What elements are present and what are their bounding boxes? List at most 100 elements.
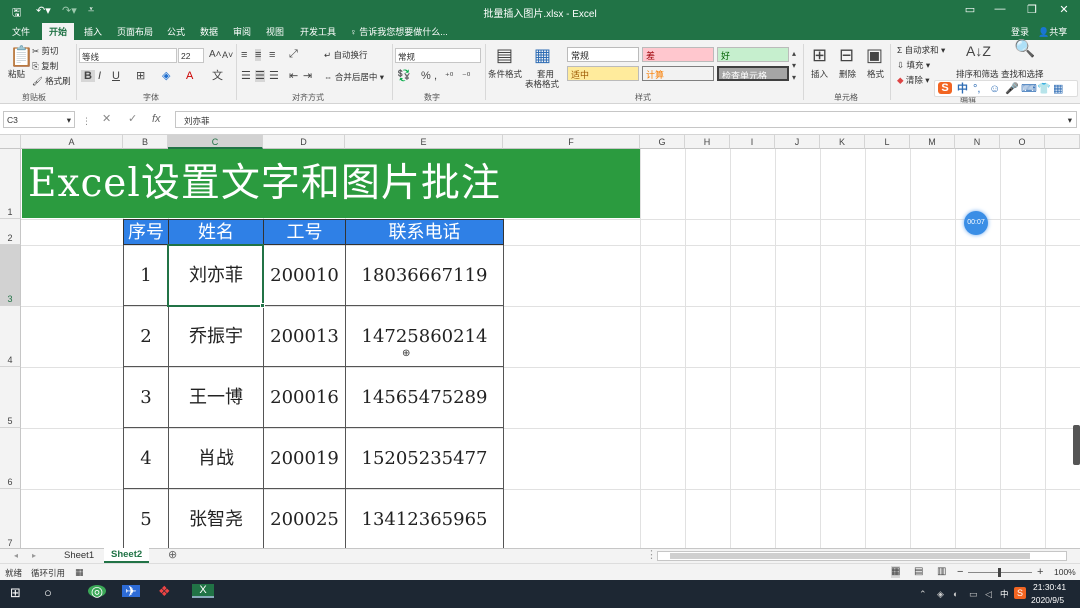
keyboard-icon[interactable]: ⌨ — [1021, 83, 1037, 95]
cut-button[interactable]: ✂ 剪切 — [32, 45, 59, 57]
emoji-icon[interactable]: ☺ — [989, 83, 1000, 95]
shrink-font-icon[interactable]: A˅ — [222, 49, 233, 61]
taskbar-ime[interactable]: 中 — [1000, 588, 1009, 600]
share-button[interactable]: 👤共享 — [1038, 25, 1067, 38]
style-neutral[interactable]: 适中 — [567, 66, 639, 81]
restore-button[interactable]: ❐ — [1020, 3, 1044, 16]
tray-icon-1[interactable]: ◈ — [937, 588, 944, 600]
col-header-f[interactable]: F — [503, 135, 640, 149]
table-cell[interactable]: 200013 — [263, 306, 345, 367]
banner-title[interactable]: Excel设置文字和图片批注 — [22, 149, 640, 218]
tab-developer[interactable]: 开发工具 — [300, 25, 336, 38]
align-top-icon[interactable]: ≡ — [241, 49, 247, 61]
normal-view-icon[interactable]: ▦ — [891, 566, 901, 578]
insert-cells-icon[interactable]: ⊞ — [812, 45, 827, 65]
prev-sheet-icon[interactable]: ◂ — [14, 550, 18, 562]
font-size-box[interactable]: 22 — [178, 48, 204, 63]
tools-icon[interactable]: ▦ — [1053, 83, 1063, 95]
col-header-k[interactable]: K — [820, 135, 865, 149]
grow-font-icon[interactable]: A˄ — [209, 49, 222, 61]
col-header-b[interactable]: B — [123, 135, 168, 149]
tab-view[interactable]: 视图 — [266, 25, 284, 38]
style-good[interactable]: 好 — [717, 47, 789, 62]
table-cell[interactable]: 200019 — [263, 428, 345, 489]
close-button[interactable]: ✕ — [1052, 3, 1076, 16]
align-bottom-icon[interactable]: ≡ — [269, 49, 275, 61]
border-icon[interactable]: ⊞ — [136, 70, 145, 82]
format-cells-label[interactable]: 格式 — [867, 68, 884, 80]
style-normal[interactable]: 常规 — [567, 47, 639, 62]
table-cell[interactable]: 15205235477 — [345, 428, 503, 489]
zoom-out-icon[interactable]: − — [957, 566, 963, 578]
find-icon[interactable]: 🔍 — [1014, 40, 1035, 57]
number-format-box[interactable]: 常规 — [395, 48, 481, 63]
sort-filter-icon[interactable]: A↓Z — [966, 44, 991, 58]
tab-formulas[interactable]: 公式 — [167, 25, 185, 38]
zoom-slider-thumb[interactable] — [998, 568, 1001, 577]
decrease-decimal-icon[interactable]: ⁻⁰ — [462, 70, 470, 82]
tray-expand-icon[interactable]: ⌃ — [919, 588, 927, 600]
header-cell-name[interactable]: 姓名 — [168, 219, 264, 245]
sogou-tray-icon[interactable]: S — [1014, 587, 1026, 599]
page-layout-view-icon[interactable]: ▤ — [914, 566, 923, 578]
volume-icon[interactable]: ◁ — [985, 588, 992, 600]
page-break-view-icon[interactable]: ▥ — [937, 566, 946, 578]
tray-icon-2[interactable]: ◐ — [953, 588, 958, 600]
format-cells-icon[interactable]: ▣ — [866, 45, 883, 65]
delete-cells-label[interactable]: 删除 — [839, 68, 856, 80]
table-format-icon[interactable]: ▦ — [534, 45, 551, 65]
horizontal-scrollbar[interactable] — [657, 551, 1067, 561]
row-header-1[interactable]: 1 — [0, 149, 21, 219]
clear-button[interactable]: ◆ 清除 ▾ — [897, 74, 930, 86]
table-cell[interactable]: 18036667119 — [345, 245, 503, 306]
comma-icon[interactable]: , — [434, 70, 437, 82]
font-color-icon[interactable]: A — [186, 70, 193, 82]
timer-badge[interactable]: 00:07 — [964, 211, 988, 235]
tab-review[interactable]: 审阅 — [233, 25, 251, 38]
cancel-icon[interactable]: ✕ — [102, 113, 111, 125]
formula-input[interactable]: 刘亦菲 ▾ — [175, 111, 1077, 128]
conditional-format-icon[interactable]: ▤ — [496, 45, 513, 65]
insert-cells-label[interactable]: 插入 — [811, 68, 828, 80]
minimize-button[interactable]: — — [988, 3, 1012, 15]
fill-button[interactable]: ⇩ 填充 ▾ — [897, 59, 930, 71]
col-header-h[interactable]: H — [685, 135, 730, 149]
align-left-icon[interactable]: ☰ — [241, 70, 251, 82]
style-check-cell[interactable]: 检查单元格 — [717, 66, 789, 81]
tab-data[interactable]: 数据 — [200, 25, 218, 38]
style-bad[interactable]: 差 — [642, 47, 714, 62]
col-header-c[interactable]: C — [168, 135, 263, 149]
wrap-text-button[interactable]: ↵ 自动换行 — [324, 49, 368, 61]
macro-record-icon[interactable]: ▦ — [75, 566, 84, 578]
zoom-level[interactable]: 100% — [1054, 567, 1076, 577]
orientation-icon[interactable]: ⤢ — [289, 48, 298, 60]
col-header-o[interactable]: O — [1000, 135, 1045, 149]
table-cell[interactable]: 2 — [123, 306, 168, 367]
name-box[interactable]: C3 ▾ — [3, 111, 75, 128]
merge-center-button[interactable]: ⇔ 合并后居中 ▾ — [324, 71, 384, 83]
col-header-m[interactable]: M — [910, 135, 955, 149]
tab-file[interactable]: 文件 — [12, 25, 30, 38]
next-sheet-icon[interactable]: ▸ — [32, 550, 36, 562]
delete-cells-icon[interactable]: ⊟ — [839, 45, 854, 65]
header-cell-id[interactable]: 工号 — [263, 219, 346, 245]
table-cell[interactable]: 肖战 — [168, 428, 263, 489]
paste-icon[interactable]: 📋 — [9, 46, 34, 68]
enter-icon[interactable]: ✓ — [128, 113, 137, 125]
tab-page-layout[interactable]: 页面布局 — [117, 25, 153, 38]
table-format-label-2[interactable]: 表格格式 — [525, 78, 559, 90]
select-all-corner[interactable] — [0, 135, 21, 149]
col-header-i[interactable]: I — [730, 135, 775, 149]
col-header-n[interactable]: N — [955, 135, 1000, 149]
status-circular-reference[interactable]: 循环引用 — [31, 567, 65, 579]
table-cell[interactable]: 14725860214 — [345, 306, 503, 367]
col-header-d[interactable]: D — [263, 135, 345, 149]
ime-toolbar[interactable]: S 中 °, ☺ 🎤 ⌨ 👕 ▦ — [934, 80, 1078, 97]
indent-increase-icon[interactable]: ⇥ — [303, 70, 312, 82]
table-cell[interactable]: 13412365965 — [345, 489, 503, 548]
horizontal-scrollbar-thumb[interactable] — [670, 553, 1030, 559]
mic-icon[interactable]: 🎤 — [1005, 83, 1019, 95]
row-header-6[interactable]: 6 — [0, 428, 21, 489]
login-link[interactable]: 登录 — [1011, 25, 1029, 38]
ribbon-display-icon[interactable]: ▭ — [958, 3, 982, 16]
